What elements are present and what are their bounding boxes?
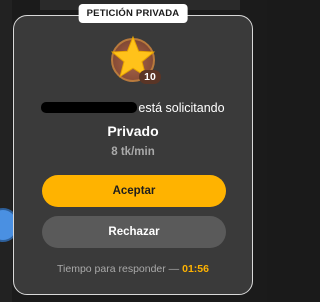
background-panel (0, 0, 12, 302)
request-mode: Privado (107, 123, 159, 139)
response-timer: Tiempo para responder — 01:56 (14, 263, 252, 275)
timer-label: Tiempo para responder — (57, 263, 180, 275)
request-text: está solicitando (138, 101, 225, 115)
avatar: 10 (110, 35, 161, 84)
modal-tag: PETICIÓN PRIVADA (78, 4, 188, 23)
reject-button[interactable]: Rechazar (42, 216, 226, 248)
redacted-username (41, 102, 138, 113)
request-line: está solicitando (14, 101, 252, 115)
token-rate: 8 tk/min (111, 146, 155, 158)
timer-value: 01:56 (182, 263, 209, 275)
level-badge: 10 (139, 70, 161, 84)
private-request-modal: PETICIÓN PRIVADA 10 está solicitando Pri… (13, 4, 253, 295)
accept-button[interactable]: Aceptar (42, 175, 226, 207)
screen: PETICIÓN PRIVADA 10 está solicitando Pri… (0, 0, 267, 302)
user-avatar: 10 (110, 35, 161, 84)
